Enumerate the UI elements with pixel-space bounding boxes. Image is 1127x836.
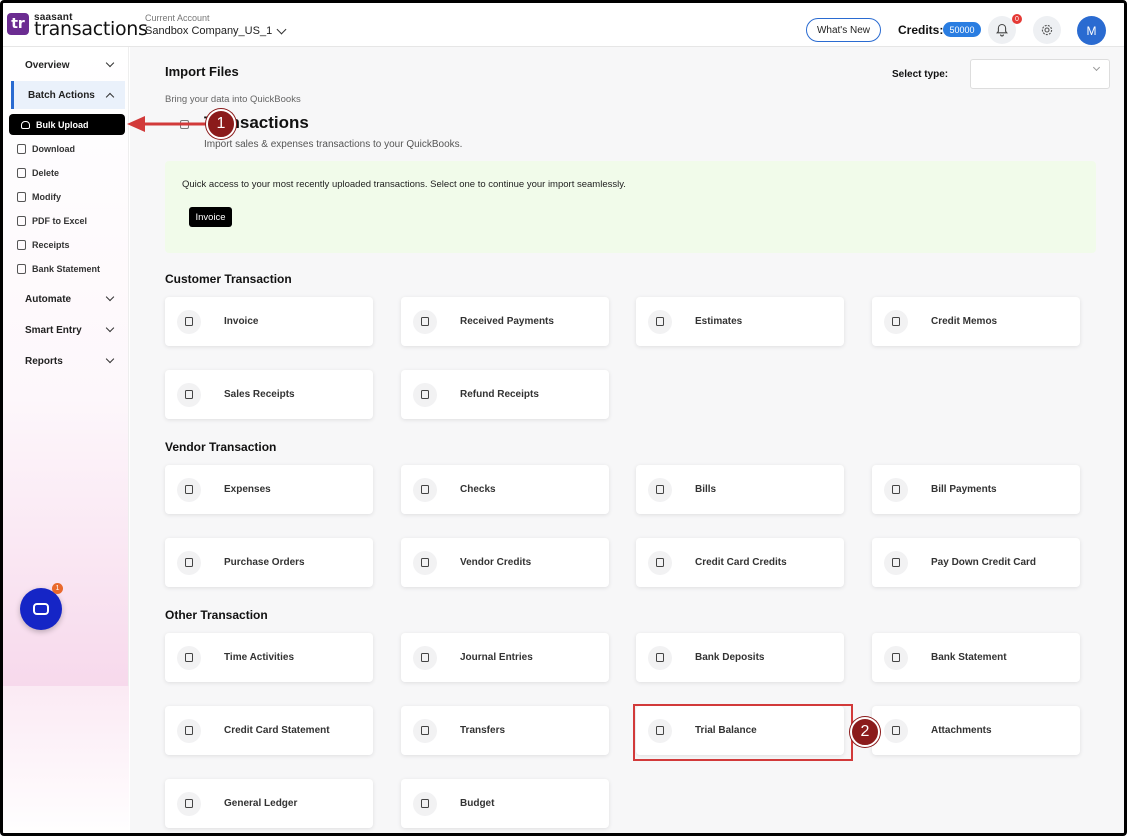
- annotation-overlay: [127, 116, 209, 132]
- annotation-arrow-head: [127, 116, 145, 132]
- annotation-step-2: 2: [850, 717, 880, 747]
- annotation-step-1: 1: [206, 109, 236, 139]
- annotation-highlight-trial-balance: [633, 704, 853, 761]
- app-window: tr saasant transactions Current Account …: [0, 0, 1127, 836]
